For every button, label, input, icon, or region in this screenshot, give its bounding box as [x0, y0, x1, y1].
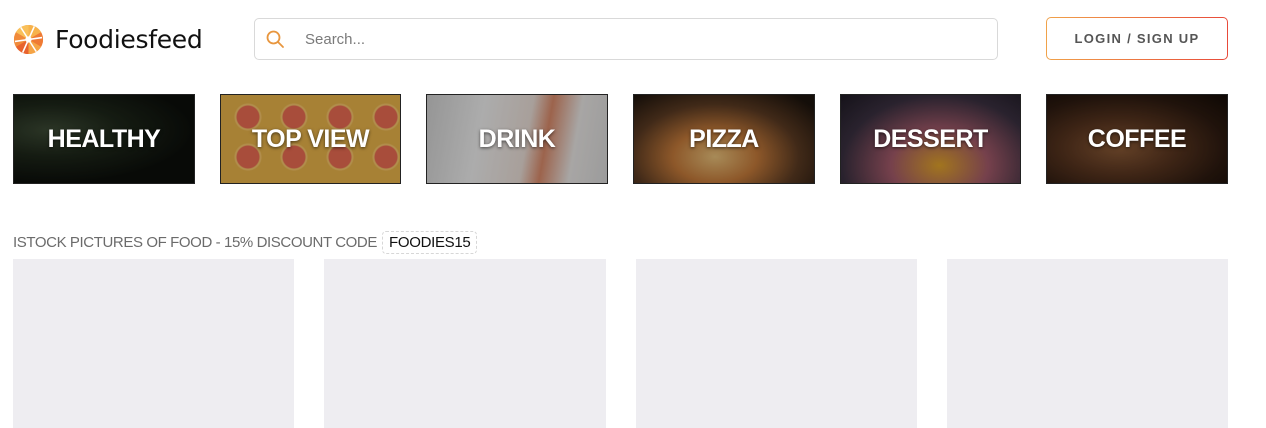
image-placeholder[interactable] — [324, 259, 606, 428]
logo[interactable]: Foodiesfeed — [13, 22, 203, 56]
category-label: DESSERT — [873, 124, 988, 153]
category-top-view[interactable]: TOP VIEW — [220, 94, 401, 184]
image-placeholder[interactable] — [13, 259, 294, 428]
category-drink[interactable]: DRINK — [426, 94, 608, 184]
logo-text: Foodiesfeed — [55, 24, 203, 54]
image-placeholder[interactable] — [636, 259, 917, 428]
category-label: HEALTHY — [47, 124, 161, 153]
search-input[interactable] — [305, 30, 965, 48]
category-pizza[interactable]: PIZZA — [633, 94, 815, 184]
category-healthy[interactable]: HEALTHY — [13, 94, 195, 184]
category-label: DRINK — [478, 124, 556, 153]
promo-code-badge[interactable]: FOODIES15 — [381, 230, 478, 254]
category-coffee[interactable]: COFFEE — [1046, 94, 1228, 184]
istock-promo-link[interactable]: ISTOCK PICTURES OF FOOD - 15% DISCOUNT C… — [13, 234, 377, 251]
search-icon — [266, 30, 284, 48]
category-label: TOP VIEW — [251, 124, 370, 153]
search-bar[interactable] — [254, 18, 998, 60]
category-label: PIZZA — [689, 124, 759, 153]
category-label: COFFEE — [1087, 124, 1187, 153]
category-dessert[interactable]: DESSERT — [840, 94, 1021, 184]
image-placeholder[interactable] — [947, 259, 1228, 428]
istock-promo: ISTOCK PICTURES OF FOOD - 15% DISCOUNT C… — [13, 230, 478, 254]
aperture-logo-icon — [13, 24, 44, 54]
login-signup-button[interactable]: LOGIN / SIGN UP — [1046, 17, 1228, 60]
